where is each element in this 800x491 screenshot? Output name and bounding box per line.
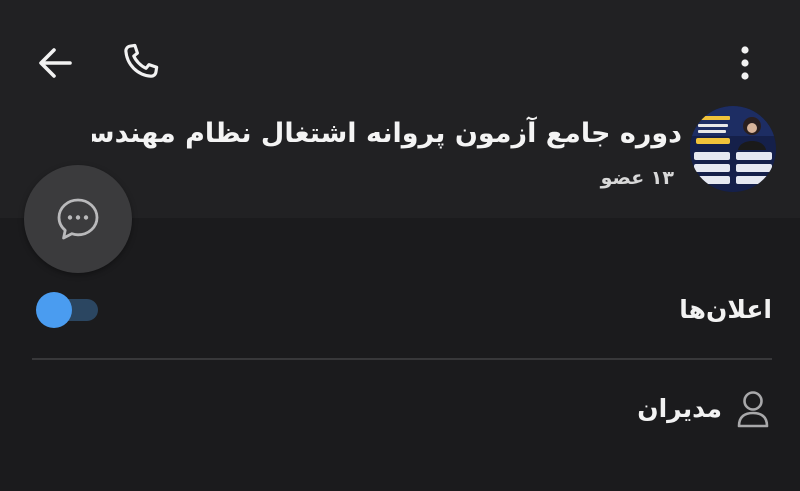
group-avatar[interactable] bbox=[690, 106, 776, 192]
notifications-toggle[interactable] bbox=[36, 292, 100, 328]
call-button[interactable] bbox=[114, 38, 166, 88]
members-count: ۱۳ عضو bbox=[600, 167, 674, 189]
back-button[interactable] bbox=[30, 40, 80, 86]
more-vertical-icon bbox=[741, 46, 749, 80]
person-icon bbox=[737, 391, 769, 428]
more-options-button[interactable] bbox=[728, 40, 762, 86]
admins-label: مدیران bbox=[637, 394, 722, 423]
arrow-left-icon bbox=[39, 48, 72, 78]
admins-item[interactable]: مدیران bbox=[637, 384, 770, 434]
discuss-fab-button[interactable] bbox=[24, 165, 132, 273]
divider bbox=[32, 358, 772, 360]
notifications-label: اعلان‌ها bbox=[679, 295, 772, 324]
toggle-thumb bbox=[36, 292, 72, 328]
group-title[interactable]: دوره جامع آزمون پروانه اشتغال نظام مهندس… bbox=[92, 112, 682, 156]
phone-icon bbox=[124, 43, 159, 78]
chat-bubble-icon bbox=[57, 198, 99, 240]
